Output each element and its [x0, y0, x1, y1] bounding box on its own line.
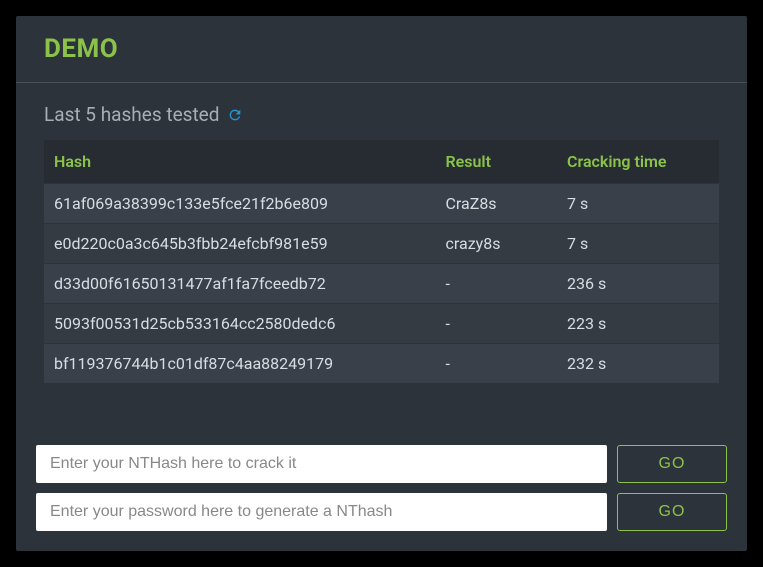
table-row: 61af069a38399c133e5fce21f2b6e809 CraZ8s …	[44, 184, 719, 224]
cell-time: 232 s	[557, 344, 719, 384]
subheader: Last 5 hashes tested	[16, 83, 747, 140]
password-input[interactable]	[36, 493, 607, 531]
cell-time: 223 s	[557, 304, 719, 344]
cell-hash: 61af069a38399c133e5fce21f2b6e809	[44, 184, 436, 224]
cell-hash: e0d220c0a3c645b3fbb24efcbf981e59	[44, 224, 436, 264]
cell-result: -	[436, 304, 558, 344]
page-title: DEMO	[44, 34, 719, 64]
cell-result: crazy8s	[436, 224, 558, 264]
cell-time: 236 s	[557, 264, 719, 304]
panel-header: DEMO	[16, 16, 747, 83]
cell-result: -	[436, 264, 558, 304]
col-header-hash: Hash	[44, 140, 436, 184]
hash-table: Hash Result Cracking time 61af069a38399c…	[44, 140, 719, 383]
hash-table-wrap: Hash Result Cracking time 61af069a38399c…	[16, 140, 747, 429]
table-row: bf119376744b1c01df87c4aa88249179 - 232 s	[44, 344, 719, 384]
cell-time: 7 s	[557, 224, 719, 264]
nthash-input[interactable]	[36, 445, 607, 483]
cell-result: CraZ8s	[436, 184, 558, 224]
cell-hash: d33d00f61650131477af1fa7fceedb72	[44, 264, 436, 304]
crack-go-button[interactable]: GO	[617, 445, 727, 483]
demo-panel: DEMO Last 5 hashes tested Hash Result Cr…	[16, 16, 747, 551]
table-row: d33d00f61650131477af1fa7fceedb72 - 236 s	[44, 264, 719, 304]
table-row: 5093f00531d25cb533164cc2580dedc6 - 223 s	[44, 304, 719, 344]
cell-time: 7 s	[557, 184, 719, 224]
refresh-icon[interactable]	[227, 107, 243, 123]
col-header-result: Result	[436, 140, 558, 184]
cell-result: -	[436, 344, 558, 384]
col-header-time: Cracking time	[557, 140, 719, 184]
table-row: e0d220c0a3c645b3fbb24efcbf981e59 crazy8s…	[44, 224, 719, 264]
subheader-label: Last 5 hashes tested	[44, 103, 219, 126]
crack-form-row: GO	[36, 445, 727, 483]
cell-hash: bf119376744b1c01df87c4aa88249179	[44, 344, 436, 384]
forms-area: GO GO	[16, 429, 747, 551]
generate-go-button[interactable]: GO	[617, 493, 727, 531]
cell-hash: 5093f00531d25cb533164cc2580dedc6	[44, 304, 436, 344]
generate-form-row: GO	[36, 493, 727, 531]
